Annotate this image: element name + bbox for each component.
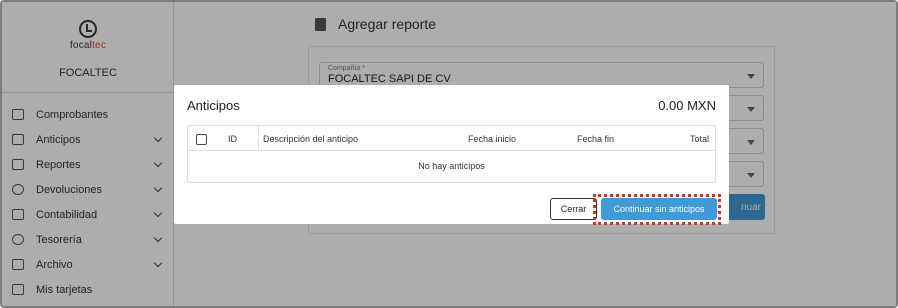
advances-modal: Anticipos 0.00 MXN ID Descripción del an… xyxy=(174,85,729,224)
column-divider xyxy=(258,126,259,151)
empty-state: No hay anticipos xyxy=(418,161,485,171)
modal-total: 0.00 MXN xyxy=(658,98,716,113)
select-all-checkbox[interactable] xyxy=(196,134,207,145)
column-header-start-date[interactable]: Fecha inicio xyxy=(468,134,516,144)
app-window: focaltec FOCALTEC Comprobantes Anticipos… xyxy=(0,0,898,308)
continue-without-advances-button[interactable]: Continuar sin anticipos xyxy=(601,198,717,220)
modal-title: Anticipos xyxy=(187,98,240,113)
column-header-description[interactable]: Descripción del anticipo xyxy=(263,134,358,144)
column-header-id[interactable]: ID xyxy=(228,134,237,144)
close-button[interactable]: Cerrar xyxy=(550,198,597,220)
column-header-end-date[interactable]: Fecha fin xyxy=(577,134,614,144)
table-header: ID Descripción del anticipo Fecha inicio… xyxy=(188,126,715,151)
advances-table: ID Descripción del anticipo Fecha inicio… xyxy=(187,125,716,183)
column-header-total[interactable]: Total xyxy=(690,134,709,144)
